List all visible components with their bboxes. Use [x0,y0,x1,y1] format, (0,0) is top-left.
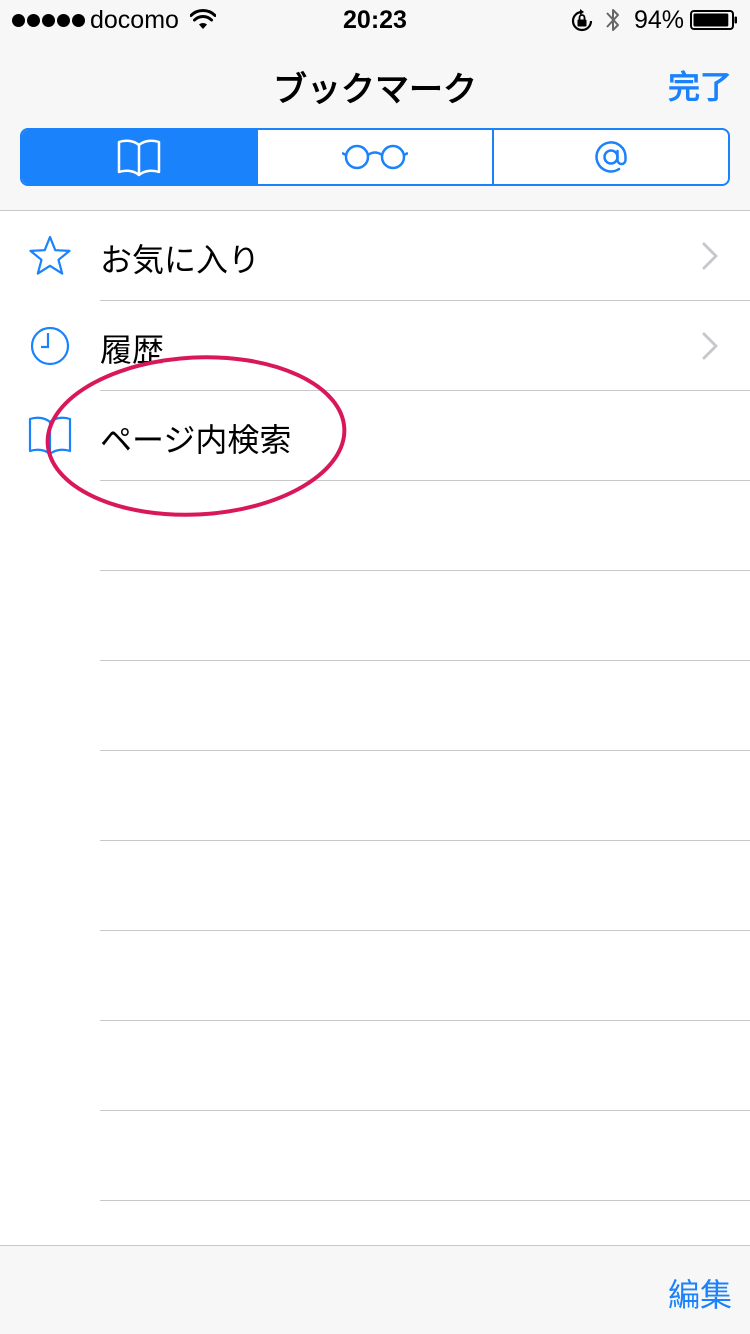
empty-row [0,481,750,571]
glasses-icon [342,144,408,170]
empty-row [0,751,750,841]
clock-icon [30,326,70,366]
navigation-bar: ブックマーク 完了 [0,40,750,211]
page-title: ブックマーク [273,70,477,110]
list-item-history[interactable]: 履歴 [0,301,750,391]
bookmarks-segmented-control [20,128,730,186]
book-icon [28,416,72,456]
done-button[interactable]: 完了 [668,62,732,108]
list-item-label: お気に入り [100,241,261,279]
segment-shared-links[interactable] [492,130,728,184]
empty-row [0,931,750,1021]
empty-row [0,661,750,751]
empty-row [0,1021,750,1111]
list-item-favorites[interactable]: お気に入り [0,211,750,301]
empty-row [0,571,750,661]
segment-reading-list[interactable] [256,130,492,184]
rotation-lock-icon [571,9,593,32]
bluetooth-icon [606,9,619,31]
bookmarks-list: お気に入り 履歴 ページ内検索 [0,211,750,1291]
chevron-right-icon [702,332,718,360]
list-item-label: ページ内検索 [100,421,292,459]
bookmarks-screen: docomo 20:23 94% ブックマーク 完了 お気に入り 履歴 ページ内… [0,0,750,1334]
battery-icon [690,10,737,30]
battery-percentage: 94% [634,6,685,34]
chevron-right-icon [702,242,718,270]
status-bar: docomo 20:23 94% [0,0,750,40]
edit-button[interactable]: 編集 [668,1270,732,1316]
book-icon [117,139,161,177]
bottom-toolbar: 編集 [0,1245,750,1334]
list-item-label: 履歴 [100,331,165,369]
empty-row [0,841,750,931]
empty-row [0,1111,750,1201]
list-item-find-on-page[interactable]: ページ内検索 [0,391,750,481]
at-icon [595,141,627,173]
segment-bookmarks[interactable] [22,130,256,184]
star-icon [29,235,71,275]
